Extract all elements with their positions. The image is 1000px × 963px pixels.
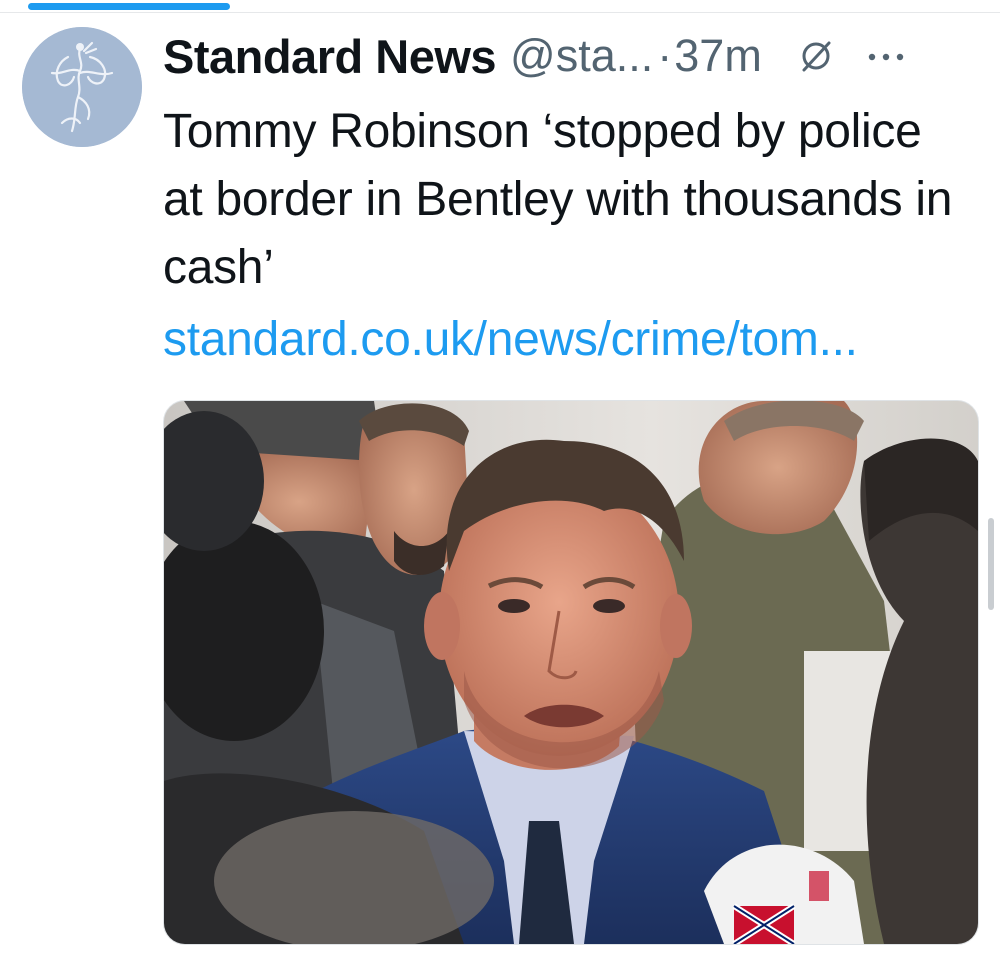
angel-statue-icon: [22, 27, 142, 147]
tweet-text: Tommy Robinson ‘stopped by police at bor…: [163, 105, 953, 294]
timestamp[interactable]: 37m: [674, 30, 762, 82]
tweet-header: Standard News @sta... · 37m: [163, 26, 983, 86]
user-handle[interactable]: @sta...: [510, 30, 653, 82]
scrollbar[interactable]: [988, 518, 994, 610]
top-tab-bar: [0, 0, 1000, 13]
avatar[interactable]: [22, 27, 142, 147]
mute-icon[interactable]: [798, 38, 834, 74]
separator-dot: ·: [657, 30, 673, 81]
more-dots-icon[interactable]: [866, 50, 906, 62]
active-tab-indicator: [28, 3, 230, 10]
tweet-link[interactable]: standard.co.uk/news/crime/tom...: [163, 306, 983, 374]
tweet-photo[interactable]: [163, 400, 979, 945]
press-scrum-photo: [164, 401, 978, 944]
display-name[interactable]: Standard News: [163, 29, 497, 84]
